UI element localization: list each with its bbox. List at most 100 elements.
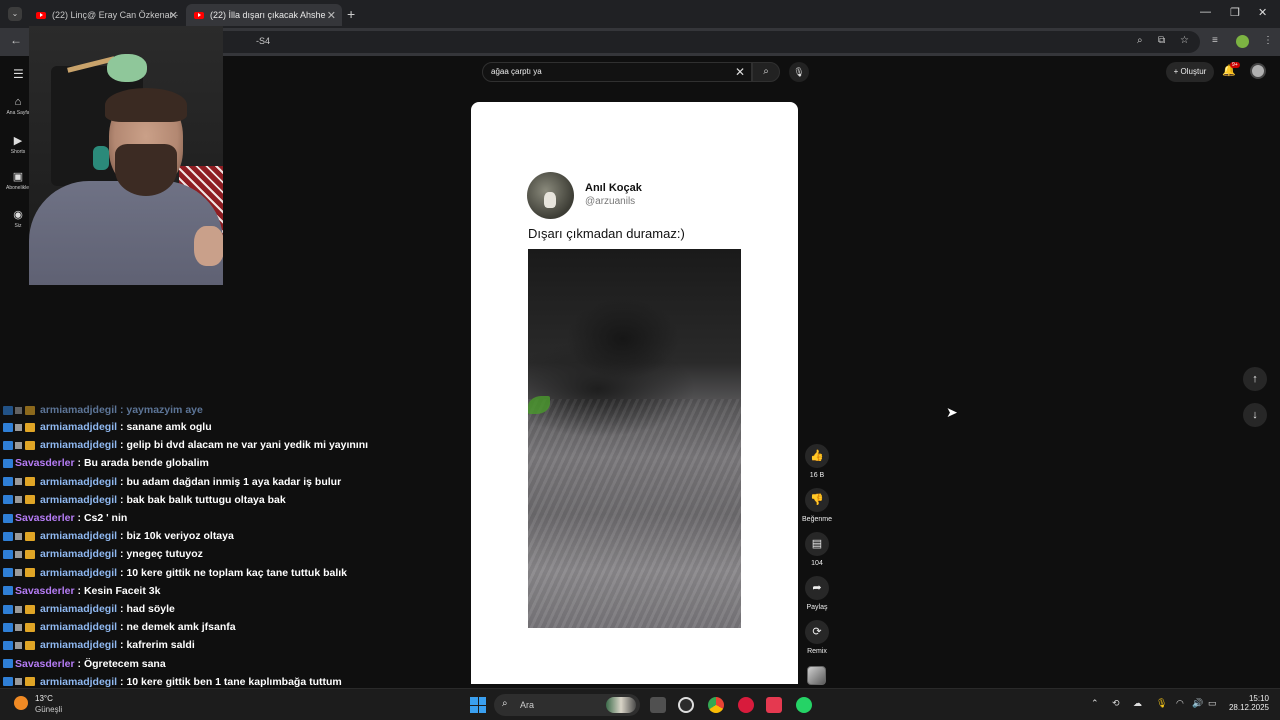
chat-line-partial: armiamadjdegil : yaymazyim aye [3,404,203,418]
maximize-button[interactable]: ❐ [1230,6,1240,19]
taskbar-search-label: Ara [520,700,535,710]
sidebar-item-subscriptions[interactable]: ▣ Abonelikler [6,170,31,191]
browser-tab-active[interactable]: (22) İlla dışarı çıkacak Ahshe ✕ [186,4,342,26]
search-icon: ⌕ [763,66,769,77]
chat-username: armiamadjdegil [40,421,118,433]
task-view-icon[interactable] [650,697,666,713]
sidebar-item-you[interactable]: ◉ Siz [6,208,30,229]
platform-badge-icon [3,549,13,559]
youtube-icon [36,11,46,19]
badge-icon [15,423,22,431]
shorts-player[interactable]: Anıl Koçak @arzuanils Dışarı çıkmadan du… [471,102,798,684]
tab-title: (22) İlla dışarı çıkacak Ahshe [210,10,326,20]
chat-line: armiamadjdegil: 10 kere gittik ne toplam… [3,565,347,581]
previous-short-button[interactable]: ↑ [1243,367,1267,391]
create-button[interactable]: + Oluştur [1166,62,1214,82]
arrow-up-icon: ↑ [1252,373,1258,385]
new-tab-button[interactable]: + [347,6,355,22]
subscriber-badge-icon [25,622,35,632]
share-label: Paylaş [806,604,828,611]
sidebar-item-home[interactable]: ⌂ Ana Sayfa [6,96,30,116]
mic-icon: 🎙 [793,67,805,77]
weather-sun-icon[interactable] [14,696,28,710]
badge-icon [15,532,22,540]
platform-badge-icon [3,513,13,523]
clock-time: 15:10 [1248,694,1269,703]
close-window-button[interactable]: ✕ [1258,6,1267,19]
remix-icon: ⟳ [805,620,829,644]
comments-button[interactable]: ▤ 104 [800,532,834,567]
app-pocket-icon[interactable] [766,697,782,713]
like-count: 16 B [809,472,825,479]
platform-badge-icon [3,659,13,669]
tray-icon[interactable]: ⟲ [1112,698,1120,709]
battery-icon[interactable]: ▭ [1208,698,1217,709]
chat-username: armiamadjdegil [40,675,118,688]
chat-line: armiamadjdegil: bu adam dağdan inmiş 1 a… [3,474,341,490]
subscriber-badge-icon [25,604,35,614]
account-avatar[interactable] [1250,63,1266,79]
search-highlight-image [606,697,636,713]
wifi-icon[interactable]: ◠ [1176,698,1184,709]
minimize-button[interactable]: — [1200,6,1211,18]
platform-badge-icon [3,604,13,614]
guitar-shape [67,46,147,82]
tray-icon[interactable]: ☁ [1133,698,1142,709]
clock[interactable]: 15:10 28.12.2025 [1221,694,1269,712]
menu-icon[interactable]: ☰ [13,67,24,81]
weather-desc: Güneşli [35,705,63,714]
chevron-up-icon[interactable]: ⌃ [1091,698,1099,709]
chat-line: armiamadjdegil: ynegeç tutuyoz [3,546,203,562]
streamer-webcam [29,26,223,285]
search-input[interactable]: ağaa çarptı ya ✕ [482,62,752,82]
whatsapp-icon[interactable] [796,697,812,713]
share-button[interactable]: ➦ Paylaş [800,576,834,611]
profile-avatar[interactable] [1236,35,1249,48]
chat-message: : bak bak balık tuttugu oltaya bak [120,493,286,506]
close-icon[interactable]: ✕ [169,9,178,22]
chat-line: armiamadjdegil: gelip bi dvd alacam ne v… [3,437,368,453]
bookmark-star-icon[interactable]: ☆ [1180,35,1189,46]
browser-tab[interactable]: (22) Linç@ Eray Can Özkenar - ✕ [28,4,184,26]
back-arrow-icon[interactable]: ← [10,33,22,47]
volume-icon[interactable]: 🔊 [1192,698,1203,709]
reading-list-icon[interactable]: ≡ [1212,35,1218,46]
chat-message: : Ögretecem sana [77,657,166,670]
chat-username: armiamadjdegil [40,603,118,615]
subscriber-badge-icon [25,640,35,650]
platform-badge-icon [3,640,13,650]
chat-line: Savasderler: Bu arada bende globalim [3,455,209,471]
like-button[interactable]: 👍 16 B [800,444,834,479]
platform-badge-icon [3,440,13,450]
taskbar-search[interactable]: ⌕ Ara [494,694,640,716]
dislike-button[interactable]: 👎 Beğenme [800,488,834,523]
next-short-button[interactable]: ↓ [1243,403,1267,427]
zoom-icon[interactable]: ⌕ [1137,35,1143,46]
remix-button[interactable]: ⟳ Remix [800,620,834,655]
app-icon[interactable] [678,697,694,713]
search-icon: ⌕ [502,698,508,709]
chat-line: armiamadjdegil: bak bak balık tuttugu ol… [3,492,286,508]
cast-icon[interactable]: ⧉ [1158,35,1165,46]
chat-username: armiamadjdegil [40,439,118,452]
close-icon[interactable]: ✕ [327,9,336,22]
search-button[interactable]: ⌕ [752,62,780,82]
sidebar-item-shorts[interactable]: ▶ Shorts [6,134,30,155]
chat-line: armiamadjdegil: sanane amk oglu [3,419,212,435]
clear-search-icon[interactable]: ✕ [735,65,745,79]
search-query-text: ağaa çarptı ya [491,67,542,76]
tweet-author-name: Anıl Koçak [585,182,642,194]
tab-search-icon[interactable]: ⌄ [8,7,22,21]
chat-message: : biz 10k veriyoz oltaya [120,530,234,543]
badge-icon [15,478,22,486]
voice-search-button[interactable]: 🎙 [789,62,809,82]
sound-thumbnail[interactable] [807,666,826,685]
subscriber-badge-icon [25,677,35,687]
start-button[interactable] [470,697,486,713]
mic-tray-icon[interactable]: 🎙 [1156,698,1167,709]
chrome-icon[interactable] [708,697,724,713]
app-red-icon[interactable] [738,697,754,713]
more-menu-icon[interactable]: ⋮ [1263,35,1273,46]
chat-line: Savasderler: Cs2 ' nin [3,510,127,526]
platform-badge-icon [3,586,13,596]
